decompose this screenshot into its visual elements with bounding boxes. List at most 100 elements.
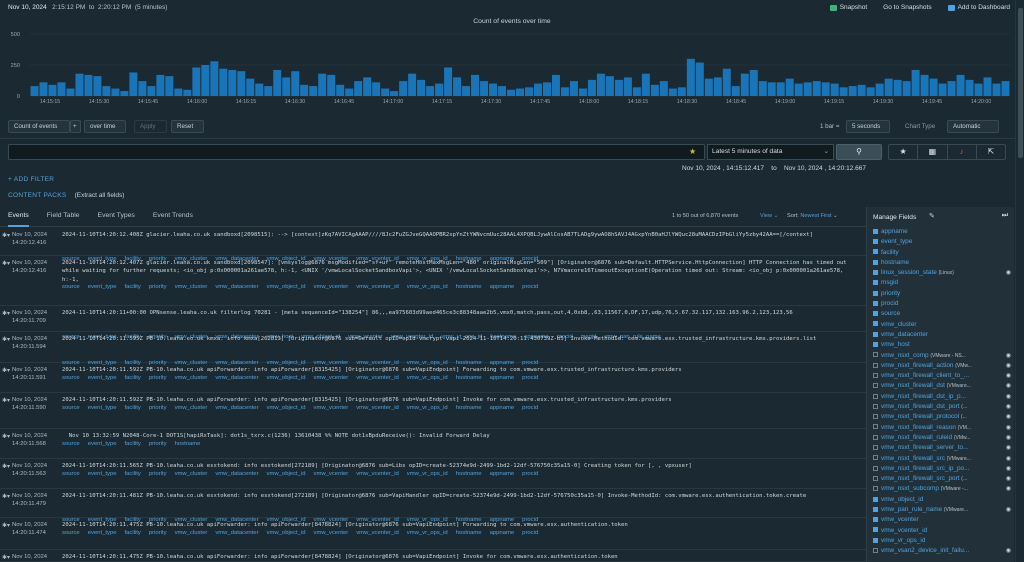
event-field-link[interactable]: vmw_vcenter_id: [356, 375, 399, 381]
field-checkbox[interactable]: [873, 445, 878, 451]
chart-bar[interactable]: [111, 88, 120, 96]
collapse-panel-icon[interactable]: ⏭: [1002, 212, 1008, 220]
field-checkbox[interactable]: [873, 496, 878, 502]
chart-bar[interactable]: [623, 77, 632, 96]
field-item[interactable]: vmw_vsan2_device_init_failu... ◉: [873, 546, 1013, 556]
tab-event-trends[interactable]: Event Trends: [153, 207, 193, 226]
search-input[interactable]: [8, 144, 705, 160]
event-row[interactable]: ✱▾ Nov 10, 2024 14:20:11.709 2024-11-10T14:…: [0, 306, 866, 340]
event-field-link[interactable]: event_type: [88, 441, 117, 447]
chart-bar[interactable]: [614, 79, 623, 96]
chart-bar[interactable]: [291, 71, 300, 96]
event-gear-icon[interactable]: ✱▾: [2, 232, 10, 239]
eye-icon[interactable]: ◉: [1006, 464, 1011, 474]
event-field-link[interactable]: event_type: [88, 405, 117, 411]
event-field-link[interactable]: appname: [490, 405, 515, 411]
chart-bar[interactable]: [408, 73, 417, 96]
chart-bar[interactable]: [57, 82, 66, 96]
event-field-link[interactable]: vmw_object_id: [267, 375, 306, 381]
chart-bar[interactable]: [560, 87, 569, 96]
eye-icon[interactable]: ◉: [1006, 371, 1011, 381]
event-row[interactable]: ✱▾ Nov 10, 2024 14:20:11.590 2024-11-10T14:…: [0, 393, 866, 429]
chart-bar[interactable]: [704, 78, 713, 96]
chart-bar[interactable]: [138, 81, 147, 96]
chart-bar[interactable]: [803, 82, 812, 96]
field-item[interactable]: facility: [873, 248, 1013, 258]
chart-bar[interactable]: [453, 77, 462, 96]
field-item[interactable]: vmw_nsxt_firewall_src_port (... ◉: [873, 474, 1013, 484]
chart-bar[interactable]: [992, 83, 1001, 96]
event-field-link[interactable]: procid: [522, 375, 538, 381]
chart-bar[interactable]: [102, 86, 111, 96]
chart-bar[interactable]: [893, 79, 902, 96]
event-field-link[interactable]: hostname: [175, 441, 201, 447]
event-field-link[interactable]: vmw_vcenter: [314, 284, 349, 290]
event-field-link[interactable]: vmw_cluster: [175, 375, 208, 381]
search-button[interactable]: ⚲: [836, 144, 882, 160]
event-field-link[interactable]: vmw_vr_ops_id: [407, 405, 448, 411]
field-checkbox[interactable]: [873, 475, 878, 481]
field-checkbox[interactable]: [873, 342, 878, 348]
chart-bar[interactable]: [785, 78, 794, 96]
chart-bar[interactable]: [336, 84, 345, 96]
chart-bar[interactable]: [237, 71, 246, 96]
chart-bar[interactable]: [75, 73, 84, 96]
event-field-link[interactable]: vmw_datacenter: [215, 405, 258, 411]
extract-fields-link[interactable]: (Extract all fields): [75, 192, 125, 199]
chart-bar[interactable]: [578, 88, 587, 96]
chart-bar[interactable]: [363, 77, 372, 96]
chart-bar[interactable]: [66, 88, 75, 96]
chart-bar[interactable]: [911, 69, 920, 96]
field-item[interactable]: vmw_nsxt_firewall_dst_ip_p... ◉: [873, 392, 1013, 402]
chart-bar[interactable]: [309, 86, 318, 96]
content-packs-link[interactable]: CONTENT PACKS: [8, 192, 67, 199]
chart-bar[interactable]: [84, 74, 93, 96]
field-checkbox[interactable]: [873, 331, 878, 337]
field-item[interactable]: vmw_object_id: [873, 495, 1013, 505]
event-gear-icon[interactable]: ✱▾: [2, 367, 10, 374]
chart-bar[interactable]: [974, 83, 983, 96]
chart-bar[interactable]: [372, 82, 381, 96]
chart-bar[interactable]: [866, 87, 875, 96]
event-row[interactable]: ✱▾Nov 10, 202414:20:11.473 2024-11-10T14:…: [0, 550, 866, 562]
field-item[interactable]: linux_session_state (Linux) ◉: [873, 268, 1013, 278]
field-item[interactable]: procid: [873, 299, 1013, 309]
chart-bar[interactable]: [938, 83, 947, 96]
chart-bar[interactable]: [551, 74, 560, 96]
eye-icon[interactable]: ◉: [1006, 351, 1011, 361]
chart-bar[interactable]: [48, 84, 57, 96]
field-item[interactable]: vmw_nsxt_subcomp (VMware -... ◉: [873, 484, 1013, 494]
field-checkbox[interactable]: [873, 362, 878, 368]
eye-icon[interactable]: ◉: [1006, 474, 1011, 484]
eye-icon[interactable]: ◉: [1006, 505, 1011, 515]
eye-icon[interactable]: ◉: [1006, 484, 1011, 494]
event-field-link[interactable]: appname: [490, 284, 515, 290]
chart-bar[interactable]: [533, 83, 542, 96]
event-field-link[interactable]: priority: [149, 284, 167, 290]
event-row[interactable]: ✱▾ Nov 10, 2024 14:20:11.474 2024-11-10T14:…: [0, 518, 866, 550]
event-field-link[interactable]: event_type: [88, 471, 117, 477]
field-checkbox[interactable]: [873, 486, 878, 492]
metric-select[interactable]: Count of events: [8, 120, 70, 133]
chart-bar[interactable]: [183, 89, 192, 96]
event-field-link[interactable]: vmw_vcenter: [314, 375, 349, 381]
field-checkbox[interactable]: [873, 527, 878, 533]
chart-bar[interactable]: [327, 74, 336, 96]
chart-bar[interactable]: [39, 82, 48, 96]
event-field-link[interactable]: priority: [149, 530, 167, 536]
event-field-link[interactable]: hostname: [456, 375, 482, 381]
event-field-link[interactable]: event_type: [88, 284, 117, 290]
event-field-link[interactable]: vmw_vcenter_id: [356, 284, 399, 290]
favorite-star-icon[interactable]: ★: [689, 147, 696, 156]
event-field-link[interactable]: vmw_object_id: [267, 284, 306, 290]
field-item[interactable]: vmw_nsxt_firewall_server_to... ◉: [873, 443, 1013, 453]
chart-bar[interactable]: [983, 77, 992, 96]
go-to-snapshots-link[interactable]: Go to Snapshots: [883, 4, 931, 11]
event-field-link[interactable]: source: [62, 375, 80, 381]
tab-events[interactable]: Events: [8, 207, 29, 227]
field-item[interactable]: vmw_cluster: [873, 320, 1013, 330]
field-checkbox[interactable]: [873, 372, 878, 378]
eye-icon[interactable]: ◉: [1006, 268, 1011, 278]
eye-icon[interactable]: ◉: [1006, 361, 1011, 371]
chart-bar[interactable]: [282, 77, 291, 96]
